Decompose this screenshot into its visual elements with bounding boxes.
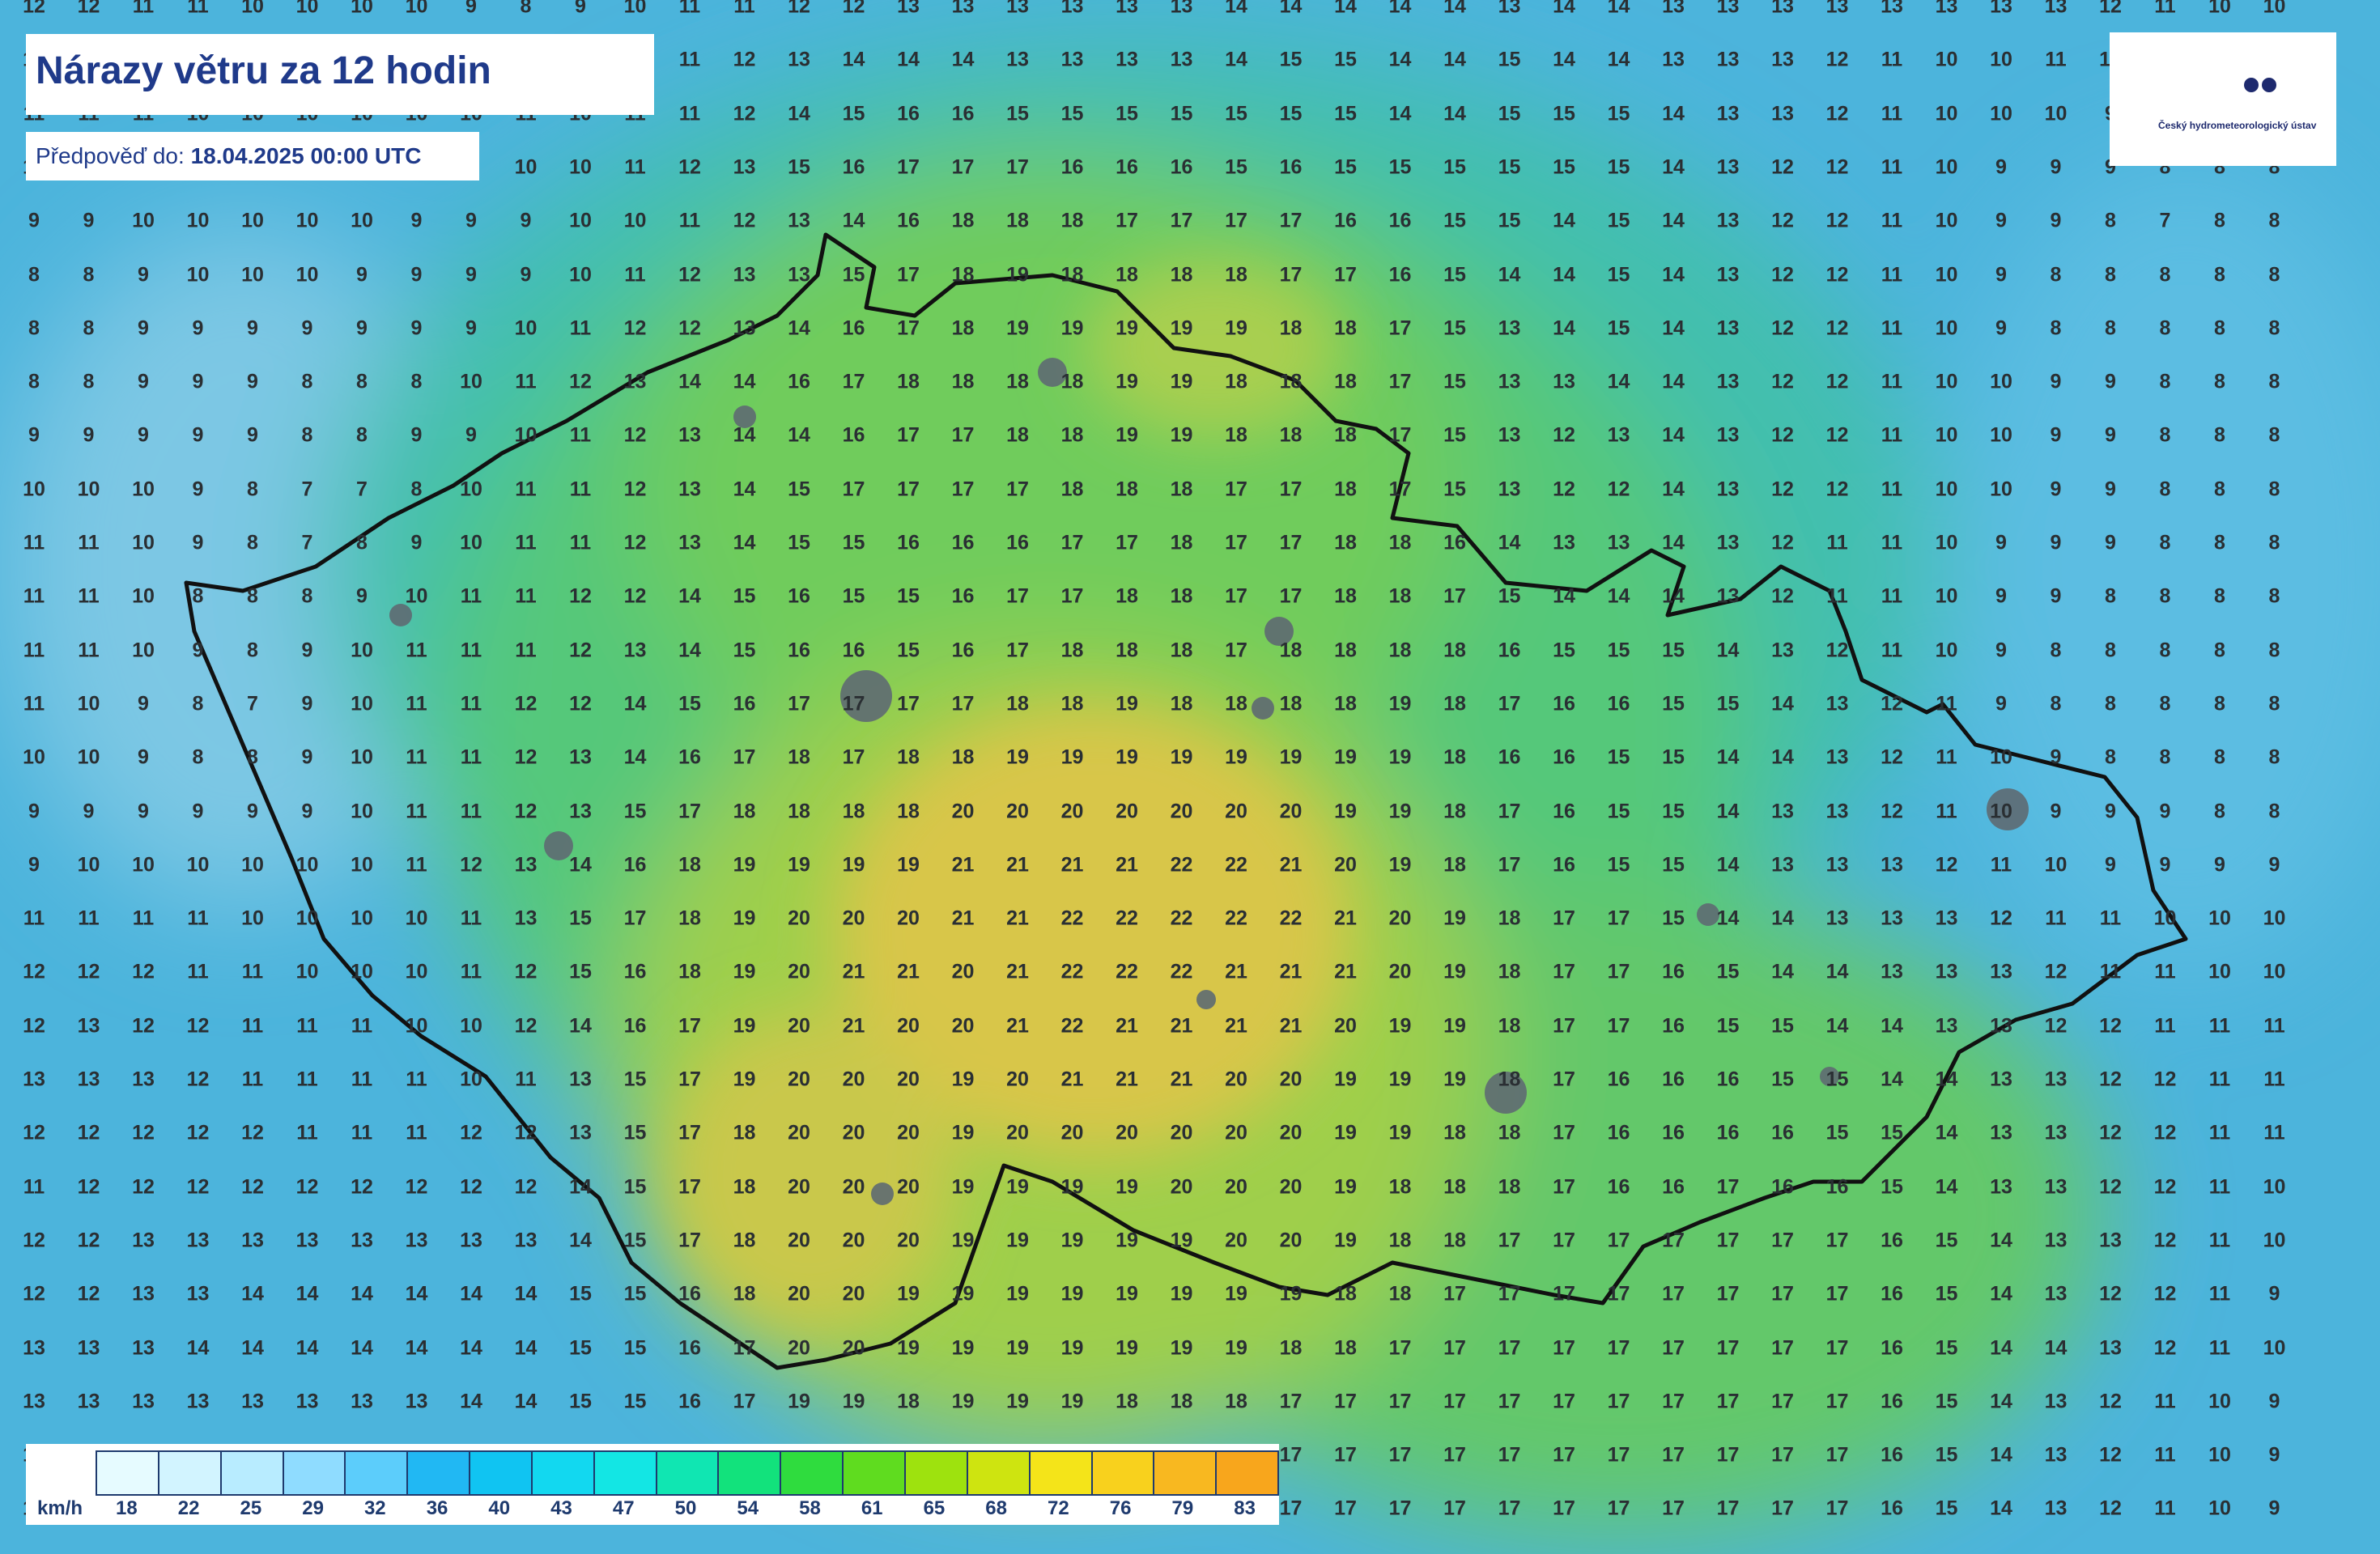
legend-swatch — [221, 1452, 284, 1494]
city-ceske-budejovice — [871, 1182, 894, 1205]
legend-unit: km/h — [37, 1497, 83, 1519]
city-liberec — [1038, 358, 1067, 387]
legend-tick-label: 22 — [177, 1497, 200, 1519]
city-brno — [1485, 1072, 1527, 1114]
legend-tick-label: 58 — [799, 1497, 821, 1519]
legend-tick-label: 79 — [1171, 1497, 1194, 1519]
legend-tick-label: 29 — [302, 1497, 324, 1519]
legend-swatch — [967, 1452, 1031, 1494]
legend-swatch — [346, 1452, 409, 1494]
legend-swatch — [408, 1452, 471, 1494]
legend-swatch — [594, 1452, 657, 1494]
forecast-value: 18.04.2025 00:00 UTC — [190, 143, 422, 168]
legend-tick-label: 47 — [612, 1497, 635, 1519]
city-usti — [733, 405, 756, 428]
legend-ticks: 18 22 25 29 32 36 40 43 47 50 54 58 61 65 68 72 76 79 83 — [96, 1497, 1276, 1522]
color-legend: km/h 18 22 25 29 32 36 40 43 47 50 54 58 61 65 68 72 76 7… — [26, 1444, 1279, 1525]
legend-tick-label: 68 — [985, 1497, 1007, 1519]
legend-tick-label: 83 — [1234, 1497, 1256, 1519]
legend-swatches — [96, 1450, 1279, 1496]
legend-tick-label: 65 — [923, 1497, 946, 1519]
legend-tick-label: 43 — [550, 1497, 572, 1519]
chmi-logo: Český hydrometeorologický ústav — [2110, 32, 2336, 166]
city-ostrava — [1987, 788, 2029, 830]
legend-swatch — [1092, 1452, 1155, 1494]
city-plzen — [544, 831, 573, 860]
logo-text: Český hydrometeorologický ústav — [2158, 120, 2317, 131]
legend-swatch — [97, 1452, 159, 1494]
city-jihlava — [1196, 990, 1216, 1009]
legend-swatch — [1217, 1452, 1278, 1494]
city-pardubice — [1252, 697, 1274, 720]
city-hradec — [1264, 617, 1294, 646]
legend-swatch — [283, 1452, 346, 1494]
legend-swatch — [1030, 1452, 1093, 1494]
legend-swatch — [1154, 1452, 1218, 1494]
map-background — [0, 0, 2380, 1554]
city-prague — [840, 670, 892, 722]
map-title: Nárazy větru za 12 hodin — [36, 49, 491, 92]
logo-mark-icon — [2244, 78, 2280, 96]
legend-swatch — [159, 1452, 222, 1494]
city-karlovy-vary — [389, 604, 412, 626]
forecast-label: Předpověď do: — [36, 143, 185, 168]
legend-tick-label: 61 — [861, 1497, 883, 1519]
forecast-panel: Předpověď do: 18.04.2025 00:00 UTC — [26, 132, 479, 180]
legend-swatch — [470, 1452, 533, 1494]
legend-tick-label: 36 — [426, 1497, 448, 1519]
legend-swatch — [532, 1452, 595, 1494]
legend-tick-label: 25 — [240, 1497, 262, 1519]
legend-tick-label: 72 — [1048, 1497, 1069, 1519]
legend-swatch — [905, 1452, 968, 1494]
legend-tick-label: 50 — [674, 1497, 697, 1519]
legend-swatch — [719, 1452, 782, 1494]
legend-tick-label: 32 — [363, 1497, 386, 1519]
city-zlin — [1820, 1067, 1839, 1086]
legend-tick-label: 54 — [737, 1497, 759, 1519]
legend-swatch — [781, 1452, 844, 1494]
title-panel: Nárazy větru za 12 hodin — [26, 34, 654, 115]
legend-swatch — [657, 1452, 720, 1494]
wind-gust-map: 12 12 11 11 10 10 10 10 9 8 9 10 11 11 12 12 13 13 13 13 13 1… — [0, 0, 2380, 1554]
legend-tick-label: 76 — [1109, 1497, 1132, 1519]
city-olomouc — [1697, 903, 1719, 926]
legend-swatch — [844, 1452, 906, 1494]
legend-tick-label: 18 — [116, 1497, 138, 1519]
legend-tick-label: 40 — [488, 1497, 511, 1519]
